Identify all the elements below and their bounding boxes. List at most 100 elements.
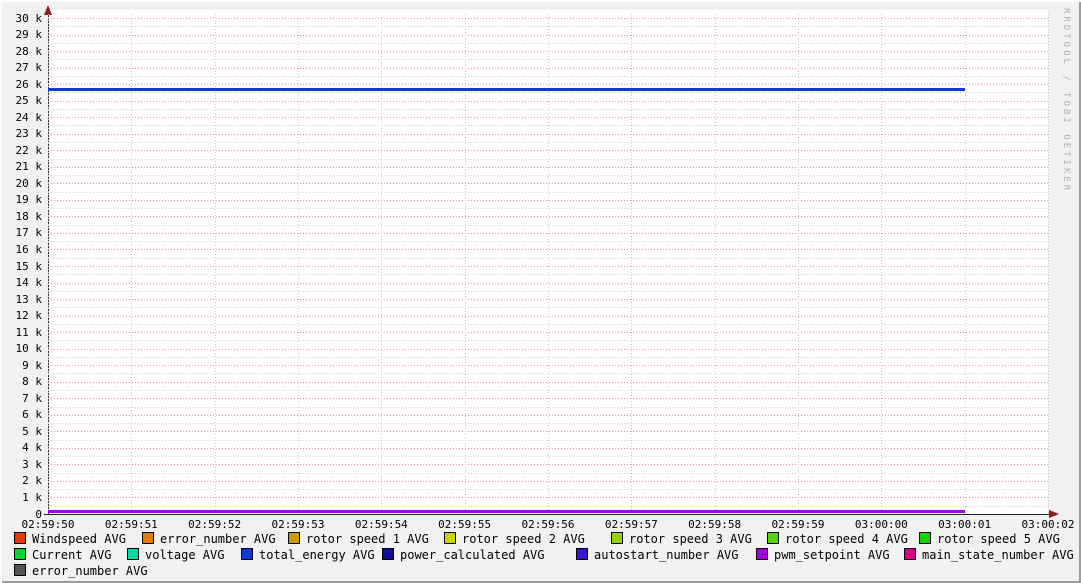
legend-item-rotor-speed-3-avg: rotor speed 3 AVG — [611, 532, 752, 546]
grid-line-major-h — [48, 183, 1050, 185]
x-axis-line — [44, 514, 1050, 515]
grid-line-major-h — [48, 100, 1050, 102]
legend-color-swatch — [142, 532, 154, 544]
legend-color-swatch — [576, 548, 588, 560]
grid-line-minor-h — [48, 323, 1050, 325]
grid-line-major-h — [48, 249, 1050, 251]
grid-line-minor-h — [48, 208, 1050, 210]
legend-color-swatch — [14, 532, 26, 544]
y-tick-label: 22 k — [15, 143, 43, 157]
legend-item-main-state-number-avg: main_state_number AVG — [904, 548, 1074, 562]
grid-line-v — [964, 14, 966, 514]
grid-line-minor-h — [48, 158, 1050, 160]
y-tick-label: 15 k — [15, 259, 43, 273]
grid-line-minor-h — [48, 59, 1050, 61]
y-tick-label: 17 k — [15, 226, 43, 240]
x-tick-label: 02:59:53 — [271, 518, 325, 531]
watermark: RRDTOOL / TOBI OETIKER — [1061, 8, 1071, 194]
x-tick-label: 02:59:59 — [771, 518, 825, 531]
grid-line-minor-h — [48, 257, 1050, 259]
x-tick-label: 02:59:57 — [604, 518, 658, 531]
x-tick-label: 02:59:55 — [438, 518, 492, 531]
rrdtool-graph: RRDTOOL / TOBI OETIKER 01 k2 k3 k4 k5 k6… — [0, 0, 1081, 583]
legend-item-error-number-avg: error_number AVG — [142, 532, 276, 546]
legend-color-swatch — [14, 564, 26, 576]
y-tick-label: 14 k — [15, 276, 43, 290]
y-tick-label: 27 k — [15, 61, 43, 75]
x-tick-label: 02:59:52 — [188, 518, 242, 531]
grid-line-major-h — [48, 67, 1050, 69]
y-tick-label: 2 k — [22, 474, 42, 488]
x-tick-label: 02:59:56 — [521, 518, 575, 531]
legend-label: rotor speed 5 AVG — [937, 532, 1060, 546]
grid-line-major-h — [48, 431, 1050, 433]
legend-item-voltage-avg: voltage AVG — [127, 548, 225, 562]
grid-line-major-h — [48, 266, 1050, 267]
grid-line-minor-h — [48, 125, 1050, 127]
y-tick-label: 3 k — [22, 457, 42, 471]
y-tick-label: 11 k — [15, 325, 43, 339]
grid-line-minor-h — [48, 42, 1050, 44]
legend-label: error_number AVG — [32, 564, 148, 578]
grid-line-major-h — [48, 133, 1050, 135]
y-tick-label: 24 k — [15, 110, 43, 124]
x-axis-arrow-icon — [1049, 510, 1059, 518]
y-tick-label: 10 k — [15, 342, 43, 356]
legend-label: rotor speed 3 AVG — [629, 532, 752, 546]
grid-line-major-h — [48, 315, 1050, 317]
y-tick-label: 8 k — [22, 375, 42, 389]
legend-label: power_calculated AVG — [400, 548, 545, 562]
grid-line-minor-h — [48, 423, 1050, 425]
legend-item-autostart-number-avg: autostart_number AVG — [576, 548, 739, 562]
x-tick-label: 03:00:01 — [938, 518, 992, 531]
grid-line-minor-h — [48, 92, 1050, 94]
grid-line-minor-h — [48, 142, 1050, 143]
grid-line-minor-h — [48, 307, 1050, 309]
y-tick-label: 9 k — [22, 358, 42, 372]
y-tick-label: 30 k — [15, 11, 43, 25]
grid-line-major-h — [48, 381, 1050, 383]
grid-line-major-h — [48, 480, 1050, 482]
grid-line-minor-h — [48, 175, 1050, 177]
grid-line-minor-h — [48, 290, 1050, 292]
grid-line-major-h — [48, 232, 1050, 234]
legend-color-swatch — [288, 532, 300, 544]
legend-color-swatch — [14, 548, 26, 560]
y-tick-label: 16 k — [15, 242, 43, 256]
grid-line-v — [1048, 14, 1049, 514]
y-tick-label: 21 k — [15, 160, 43, 174]
grid-line-minor-h — [48, 373, 1050, 375]
legend-color-swatch — [756, 548, 768, 560]
x-tick-label: 02:59:50 — [21, 518, 75, 531]
legend-label: pwm_setpoint AVG — [774, 548, 890, 562]
grid-line-major-h — [48, 447, 1050, 449]
y-tick-label: 19 k — [15, 193, 43, 207]
y-tick-label: 1 k — [22, 490, 42, 504]
legend-item-total-energy-avg: total_energy AVG — [241, 548, 375, 562]
grid-line-major-h — [48, 299, 1050, 301]
grid-line-minor-h — [48, 505, 1050, 507]
legend-color-swatch — [611, 532, 623, 544]
legend-label: voltage AVG — [145, 548, 225, 562]
grid-line-major-h — [48, 348, 1050, 350]
y-tick-label: 12 k — [15, 309, 43, 323]
grid-line-minor-h — [48, 274, 1050, 276]
grid-line-minor-h — [48, 489, 1050, 491]
series-line-total-energy-avg — [48, 87, 965, 91]
y-tick-label: 28 k — [15, 44, 43, 58]
grid-line-minor-h — [48, 456, 1050, 458]
legend-label: total_energy AVG — [259, 548, 375, 562]
grid-line-major-h — [48, 464, 1050, 466]
legend-label: rotor speed 4 AVG — [785, 532, 908, 546]
y-tick-label: 13 k — [15, 292, 43, 306]
x-tick-label: 03:00:00 — [854, 518, 908, 531]
legend-color-swatch — [444, 532, 456, 544]
grid-line-minor-h — [48, 356, 1050, 358]
legend-item-current-avg: Current AVG — [14, 548, 111, 562]
grid-line-major-h — [48, 117, 1050, 119]
y-tick-label: 18 k — [15, 209, 43, 223]
series-line-pwm-setpoint-avg — [48, 510, 965, 514]
y-tick-label: 5 k — [22, 424, 42, 438]
grid-line-minor-h — [48, 241, 1050, 243]
legend-label: main_state_number AVG — [922, 548, 1074, 562]
